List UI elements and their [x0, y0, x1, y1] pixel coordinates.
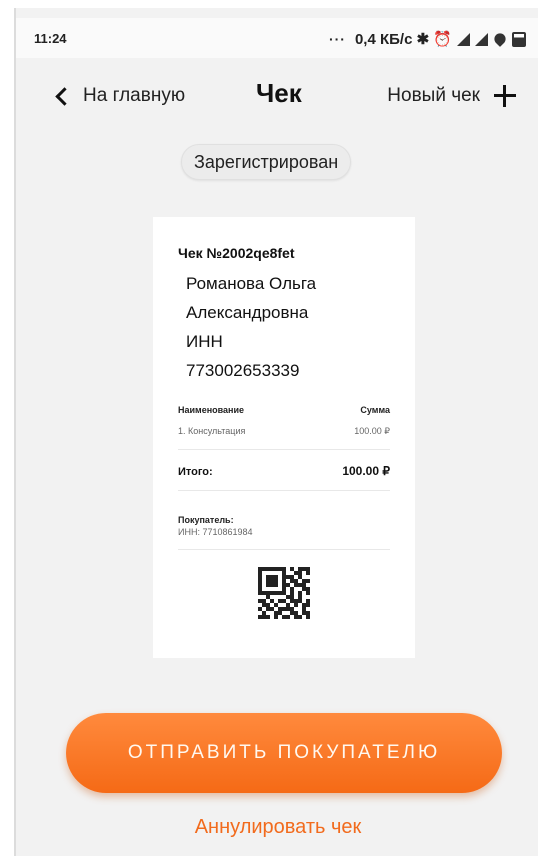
- buyer-inn: ИНН: 7710861984: [178, 527, 253, 537]
- total-row: Итого: 100.00 ₽: [178, 464, 390, 478]
- plus-icon: [494, 85, 516, 107]
- back-button[interactable]: На главную: [54, 76, 185, 116]
- divider: [178, 449, 390, 450]
- item-name: 1. Консультация: [178, 426, 246, 436]
- buyer-label: Покупатель:: [178, 515, 234, 525]
- page-title: Чек: [256, 78, 302, 108]
- signal-icon-2: [475, 32, 488, 46]
- app-header: На главную Чек Новый чек: [16, 66, 538, 126]
- more-dots-icon: ···: [328, 31, 346, 47]
- total-value: 100.00 ₽: [342, 464, 390, 478]
- divider: [178, 549, 390, 550]
- status-badge: Зарегистрирован: [181, 144, 352, 180]
- signal-icon: [457, 32, 470, 46]
- phone-screen: 11:24 ··· 0,4 КБ/с ✱ ⏰ На главную Чек Но…: [14, 8, 538, 856]
- new-receipt-button[interactable]: Новый чек: [387, 76, 516, 116]
- seller-line: ИНН: [186, 332, 223, 351]
- network-speed: 0,4 КБ/с ✱ ⏰: [354, 31, 452, 48]
- seller-line: Александровна: [186, 303, 309, 322]
- battery-icon: [512, 31, 526, 47]
- seller-line: Романова Ольга: [186, 274, 317, 293]
- wifi-icon: [492, 31, 508, 47]
- table-row: 1. Консультация 100.00 ₽: [178, 426, 390, 437]
- divider: [178, 490, 390, 491]
- item-sum: 100.00 ₽: [354, 426, 390, 436]
- seller-info: Романова Ольга Александровна ИНН 7730026…: [178, 269, 390, 385]
- status-time: 11:24: [34, 31, 67, 46]
- seller-line: 773002653339: [186, 361, 300, 380]
- col-sum-header: Сумма: [360, 405, 390, 415]
- cancel-receipt-link[interactable]: Аннулировать чек: [16, 816, 538, 839]
- qr-code-icon: [258, 567, 310, 619]
- back-label: На главную: [83, 85, 186, 106]
- status-icons: ··· 0,4 КБ/с ✱ ⏰: [329, 27, 526, 51]
- receipt-title: Чек №2002qe8fet: [178, 245, 295, 261]
- total-label: Итого:: [178, 466, 213, 478]
- new-receipt-label: Новый чек: [387, 85, 480, 106]
- items-table-header: Наименование Сумма: [178, 405, 390, 415]
- col-name-header: Наименование: [178, 405, 245, 415]
- send-to-buyer-button[interactable]: ОТПРАВИТЬ ПОКУПАТЕЛЮ: [66, 713, 502, 793]
- receipt-card: Чек №2002qe8fet Романова Ольга Александр…: [153, 217, 415, 658]
- back-chevron-icon: [55, 86, 74, 106]
- status-bar: 11:24 ··· 0,4 КБ/с ✱ ⏰: [16, 18, 538, 58]
